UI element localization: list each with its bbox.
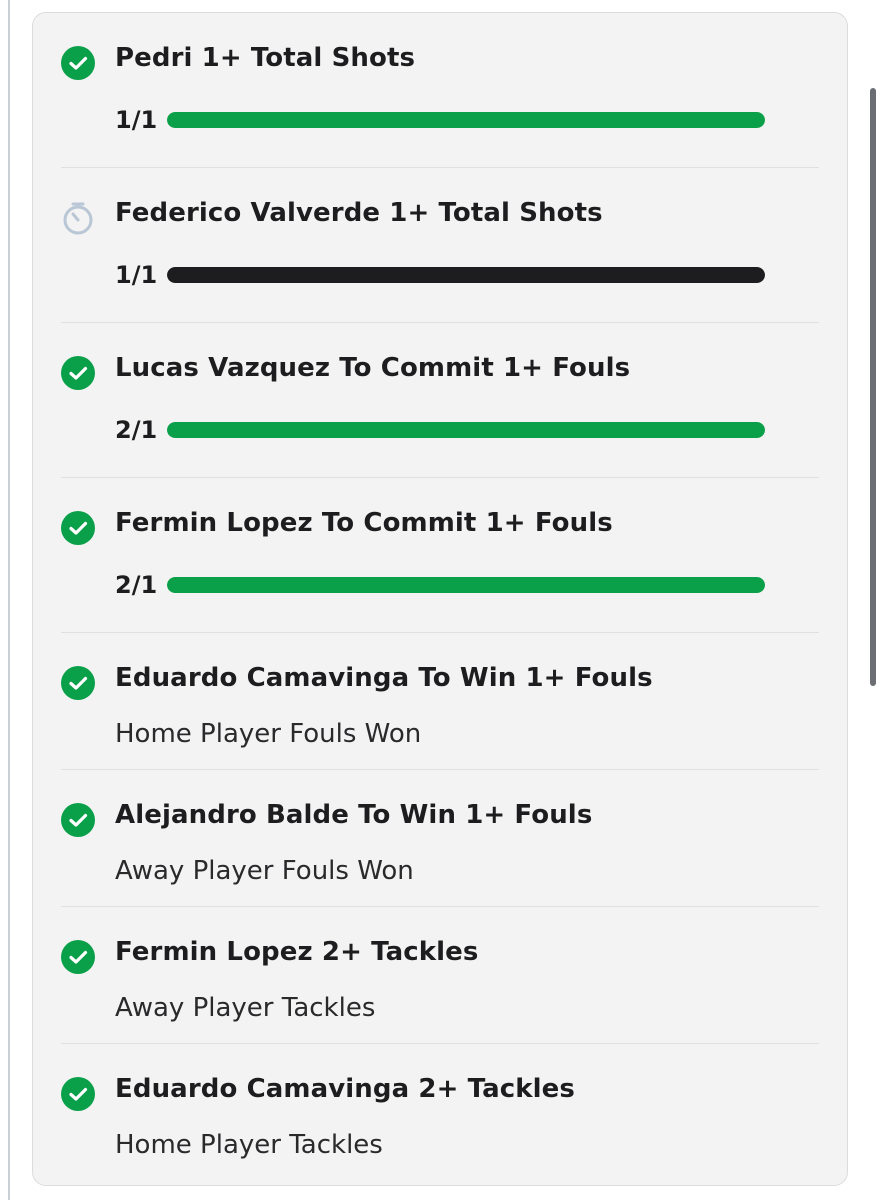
scrollbar-thumb[interactable] <box>870 88 876 686</box>
progress-count: 2/1 <box>115 416 158 444</box>
progress-bar <box>167 112 765 128</box>
leg-item: Alejandro Balde To Win 1+ Fouls Away Pla… <box>61 770 819 907</box>
progress-fill <box>167 577 765 593</box>
check-circle-icon <box>61 1077 95 1111</box>
progress-bar <box>167 267 765 283</box>
leg-title: Fermin Lopez 2+ Tackles <box>115 937 479 967</box>
progress-count: 2/1 <box>115 571 158 599</box>
leg-title: Alejandro Balde To Win 1+ Fouls <box>115 800 593 830</box>
leg-market: Home Player Fouls Won <box>115 719 422 749</box>
leg-item: Eduardo Camavinga To Win 1+ Fouls Home P… <box>61 633 819 770</box>
check-circle-icon <box>61 46 95 80</box>
progress-row: 2/1 <box>115 570 765 600</box>
progress-row: 2/1 <box>115 415 765 445</box>
leg-item: Fermin Lopez 2+ Tackles Away Player Tack… <box>61 907 819 1044</box>
check-circle-icon <box>61 940 95 974</box>
leg-item: Lucas Vazquez To Commit 1+ Fouls 2/1 <box>61 323 819 478</box>
leg-market: Away Player Tackles <box>115 993 376 1023</box>
bet-legs-page: Pedri 1+ Total Shots 1/1 Federico Valver… <box>0 0 881 1200</box>
progress-count: 1/1 <box>115 261 158 289</box>
check-circle-icon <box>61 511 95 545</box>
leg-title: Eduardo Camavinga To Win 1+ Fouls <box>115 663 653 693</box>
progress-row: 1/1 <box>115 105 765 135</box>
leg-title: Lucas Vazquez To Commit 1+ Fouls <box>115 353 631 383</box>
leg-item: Eduardo Camavinga 2+ Tackles Home Player… <box>61 1044 819 1181</box>
progress-bar <box>167 422 765 438</box>
progress-fill <box>167 267 765 283</box>
check-circle-icon <box>61 356 95 390</box>
leg-item: Pedri 1+ Total Shots 1/1 <box>61 13 819 168</box>
progress-fill <box>167 422 765 438</box>
left-divider <box>8 0 10 1200</box>
check-circle-icon <box>61 803 95 837</box>
leg-item: Fermin Lopez To Commit 1+ Fouls 2/1 <box>61 478 819 633</box>
leg-title: Fermin Lopez To Commit 1+ Fouls <box>115 508 613 538</box>
stopwatch-icon <box>61 201 95 235</box>
bet-legs-card: Pedri 1+ Total Shots 1/1 Federico Valver… <box>32 12 848 1186</box>
progress-fill <box>167 112 765 128</box>
leg-title: Eduardo Camavinga 2+ Tackles <box>115 1074 575 1104</box>
leg-title: Pedri 1+ Total Shots <box>115 43 416 73</box>
leg-title: Federico Valverde 1+ Total Shots <box>115 198 603 228</box>
progress-bar <box>167 577 765 593</box>
leg-market: Home Player Tackles <box>115 1130 383 1160</box>
leg-item: Federico Valverde 1+ Total Shots 1/1 <box>61 168 819 323</box>
progress-row: 1/1 <box>115 260 765 290</box>
check-circle-icon <box>61 666 95 700</box>
progress-count: 1/1 <box>115 106 158 134</box>
scrollbar[interactable] <box>865 0 881 1200</box>
leg-market: Away Player Fouls Won <box>115 856 414 886</box>
